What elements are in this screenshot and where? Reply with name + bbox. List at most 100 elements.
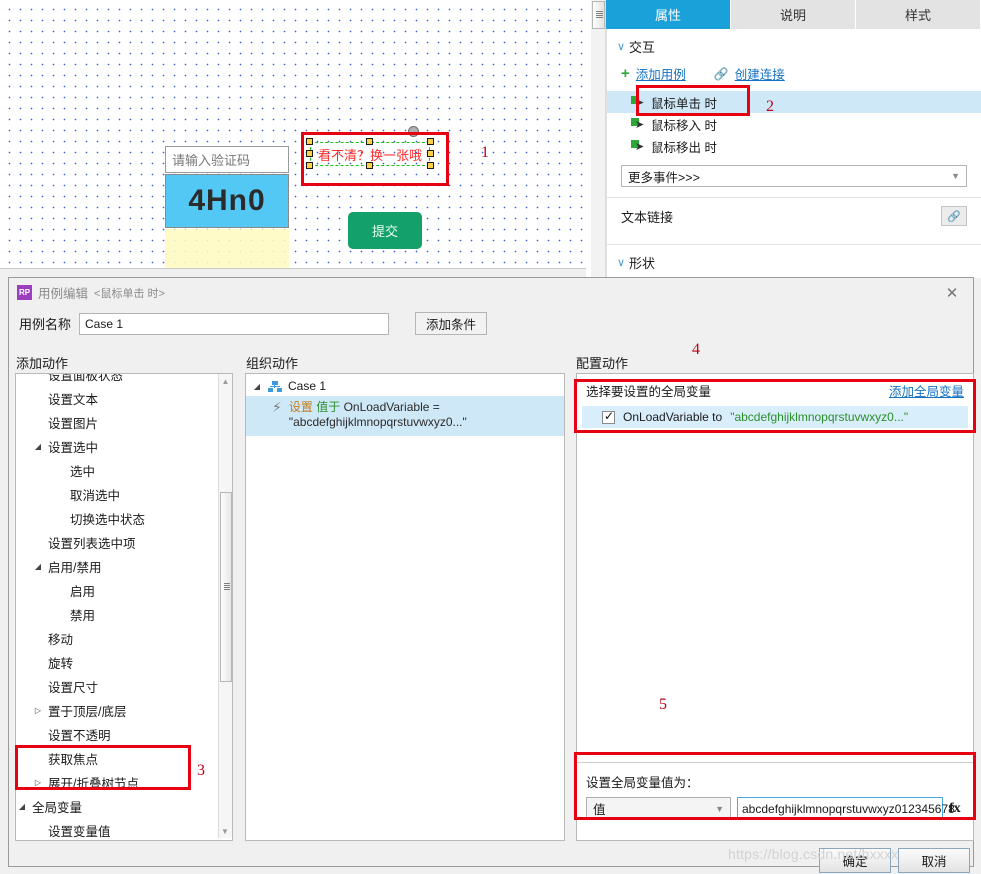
organize-var-string: "abcdefghijklmnopqrstuvwxyz0..." [288,415,467,429]
chevron-down-icon: ▼ [951,171,960,181]
action-tree-item[interactable]: 取消选中 [16,482,231,506]
add-action-column-title: 添加动作 [16,356,69,371]
collapse-triangle-icon[interactable]: ◢ [252,382,262,391]
tab-properties[interactable]: 属性 [606,0,731,29]
event-item-mouseleave-label: 鼠标移出 时 [651,140,717,155]
tab-style[interactable]: 样式 [856,0,981,29]
captcha-code-text: 4Hn0 [188,184,266,217]
action-tree-item[interactable]: 设置尺寸 [16,674,231,698]
text-link-button[interactable]: 🔗 [941,206,967,226]
organize-case-row[interactable]: ◢ Case 1 [246,374,564,396]
dialog-title-bar: RP 用例编辑 <鼠标单击 时> ✕ [9,278,973,307]
more-events-label: 更多事件>>> [628,170,700,185]
cancel-button-label: 取消 [921,855,947,869]
panel-scrollbar[interactable] [591,0,606,278]
more-events-dropdown[interactable]: 更多事件>>> ▼ [621,165,967,187]
collapse-triangle-icon[interactable]: ◢ [32,562,44,571]
action-tree-item-label: 选中 [70,464,96,479]
action-tree-item[interactable]: 旋转 [16,650,231,674]
organize-action-box[interactable]: ◢ Case 1 ⚡ 设置 值于 OnLoadVariable = "abcde… [245,373,565,841]
action-tree-item-label: 移动 [48,632,74,647]
plus-icon: + [621,65,630,82]
tab-notes[interactable]: 说明 [731,0,856,29]
organize-action-row[interactable]: ⚡ 设置 值于 OnLoadVariable = "abcdefghijklmn… [246,396,564,436]
annotation-number-5: 5 [659,696,667,713]
design-canvas[interactable]: 请输入验证码 4Hn0 提交 看不清？换一张哦 1 [0,0,586,268]
annotation-box-5 [574,752,976,820]
action-tree-item-label: 置于顶层/底层 [48,704,127,719]
tab-style-label: 样式 [904,8,931,23]
action-tree-item[interactable]: 设置面板状态 [16,374,231,386]
action-tree-item-label: 全局变量 [32,800,83,815]
properties-tabs[interactable]: 属性 说明 样式 [606,0,981,29]
dialog-title: 用例编辑 [38,287,89,301]
watermark: https://blog.csdn.net/hxxxx [728,846,899,862]
dialog-title-suffix: <鼠标单击 时> [94,287,165,300]
text-link-row: 文本链接 🔗 [607,198,981,234]
action-tree-item-label: 设置尺寸 [48,680,99,695]
action-tree-item[interactable]: ◢ 全局变量 [16,794,231,818]
case-name-value: Case 1 [85,316,124,331]
captcha-input[interactable]: 请输入验证码 [165,146,289,173]
cancel-button[interactable]: 取消 [898,848,970,873]
action-tree-item[interactable]: 启用 [16,578,231,602]
create-connection-link[interactable]: 创建连接 [735,64,785,83]
expand-triangle-icon[interactable]: ▷ [32,706,44,715]
link-chain-icon: 🔗 [713,66,729,81]
organize-case-label: Case 1 [288,379,327,393]
action-tree-item[interactable]: 设置变量值 [16,818,231,840]
action-tree-item[interactable]: 设置不透明 [16,722,231,746]
action-tree-item[interactable]: 设置文本 [16,386,231,410]
annotation-number-4: 4 [692,341,700,358]
organize-kw-set: 设置 [288,400,313,414]
action-tree-item-label: 取消选中 [70,488,121,503]
submit-button-label: 提交 [371,224,398,239]
annotation-number-1: 1 [481,144,489,161]
action-tree-item[interactable]: 选中 [16,458,231,482]
action-tree-item-label: 启用 [70,584,96,599]
action-tree-item[interactable]: 禁用 [16,602,231,626]
action-tree-item-label: 切换选中状态 [70,512,146,527]
lightning-icon: ⚡ [272,399,282,415]
action-tree-item-label: 设置文本 [48,392,99,407]
action-tree-item[interactable]: ▷ 置于顶层/底层 [16,698,231,722]
action-tree-item[interactable]: 设置图片 [16,410,231,434]
action-tree-scrollbar-thumb[interactable] [220,492,232,682]
add-case-link[interactable]: 添加用例 [636,64,686,83]
collapse-triangle-icon[interactable]: ◢ [32,442,44,451]
action-tree-item[interactable]: 移动 [16,626,231,650]
event-item-mouseleave[interactable]: ➤ 鼠标移出 时 [607,135,981,157]
action-tree-item-label: 禁用 [70,608,96,623]
interaction-section-header[interactable]: ∨ 交互 [607,29,981,60]
case-name-label: 用例名称 [19,317,72,332]
event-item-mouseenter[interactable]: ➤ 鼠标移入 时 [607,113,981,135]
action-tree-item-label: 旋转 [48,656,74,671]
yellow-highlight-strip [165,229,289,268]
action-tree-scrollbar[interactable]: ▲ ▼ [218,374,232,838]
submit-button[interactable]: 提交 [348,212,422,249]
case-name-input[interactable]: Case 1 [79,312,390,335]
action-tree-item[interactable]: 设置列表选中项 [16,530,231,554]
scroll-down-icon[interactable]: ▼ [219,824,231,838]
annotation-box-2 [636,85,750,116]
tab-properties-label: 属性 [654,8,681,23]
action-tree-item[interactable]: ◢ 设置选中 [16,434,231,458]
text-link-label: 文本链接 [621,209,674,225]
tab-notes-label: 说明 [779,8,806,23]
chevron-down-icon: ∨ [617,257,626,269]
collapse-triangle-icon[interactable]: ◢ [16,802,28,811]
scroll-up-icon[interactable]: ▲ [219,374,232,388]
close-icon[interactable]: ✕ [943,284,961,302]
annotation-number-3: 3 [197,762,205,779]
captcha-image[interactable]: 4Hn0 [165,174,289,228]
annotation-box-1 [301,132,449,186]
shape-section-header[interactable]: ∨ 形状 [607,245,981,276]
interaction-section-label: 交互 [629,40,656,55]
case-name-row: 用例名称 Case 1 添加条件 [19,312,488,335]
action-tree-item[interactable]: 切换选中状态 [16,506,231,530]
panel-scrollbar-thumb[interactable] [592,1,605,29]
action-tree-item[interactable]: ◢ 启用/禁用 [16,554,231,578]
annotation-box-3 [15,745,191,790]
action-tree-item-label: 设置选中 [48,440,99,455]
add-condition-button[interactable]: 添加条件 [415,312,488,335]
